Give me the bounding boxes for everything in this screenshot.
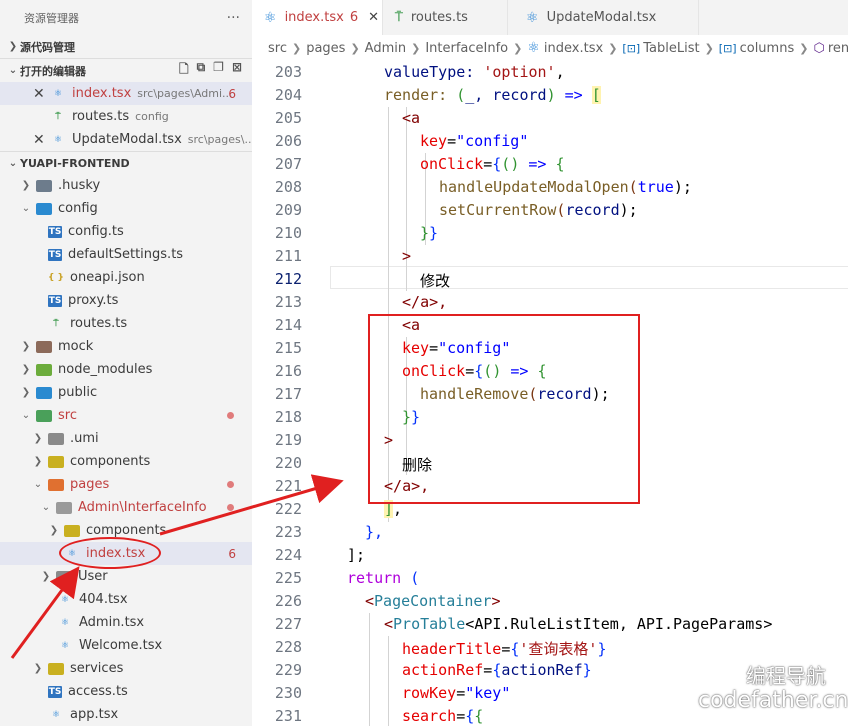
watermark-url: codefather.cn bbox=[698, 688, 848, 713]
watermark-title: 编程导航 bbox=[746, 664, 826, 688]
arrow-annotations bbox=[10, 474, 344, 659]
arrow-icon bbox=[10, 566, 80, 659]
arrow-icon bbox=[159, 474, 344, 536]
